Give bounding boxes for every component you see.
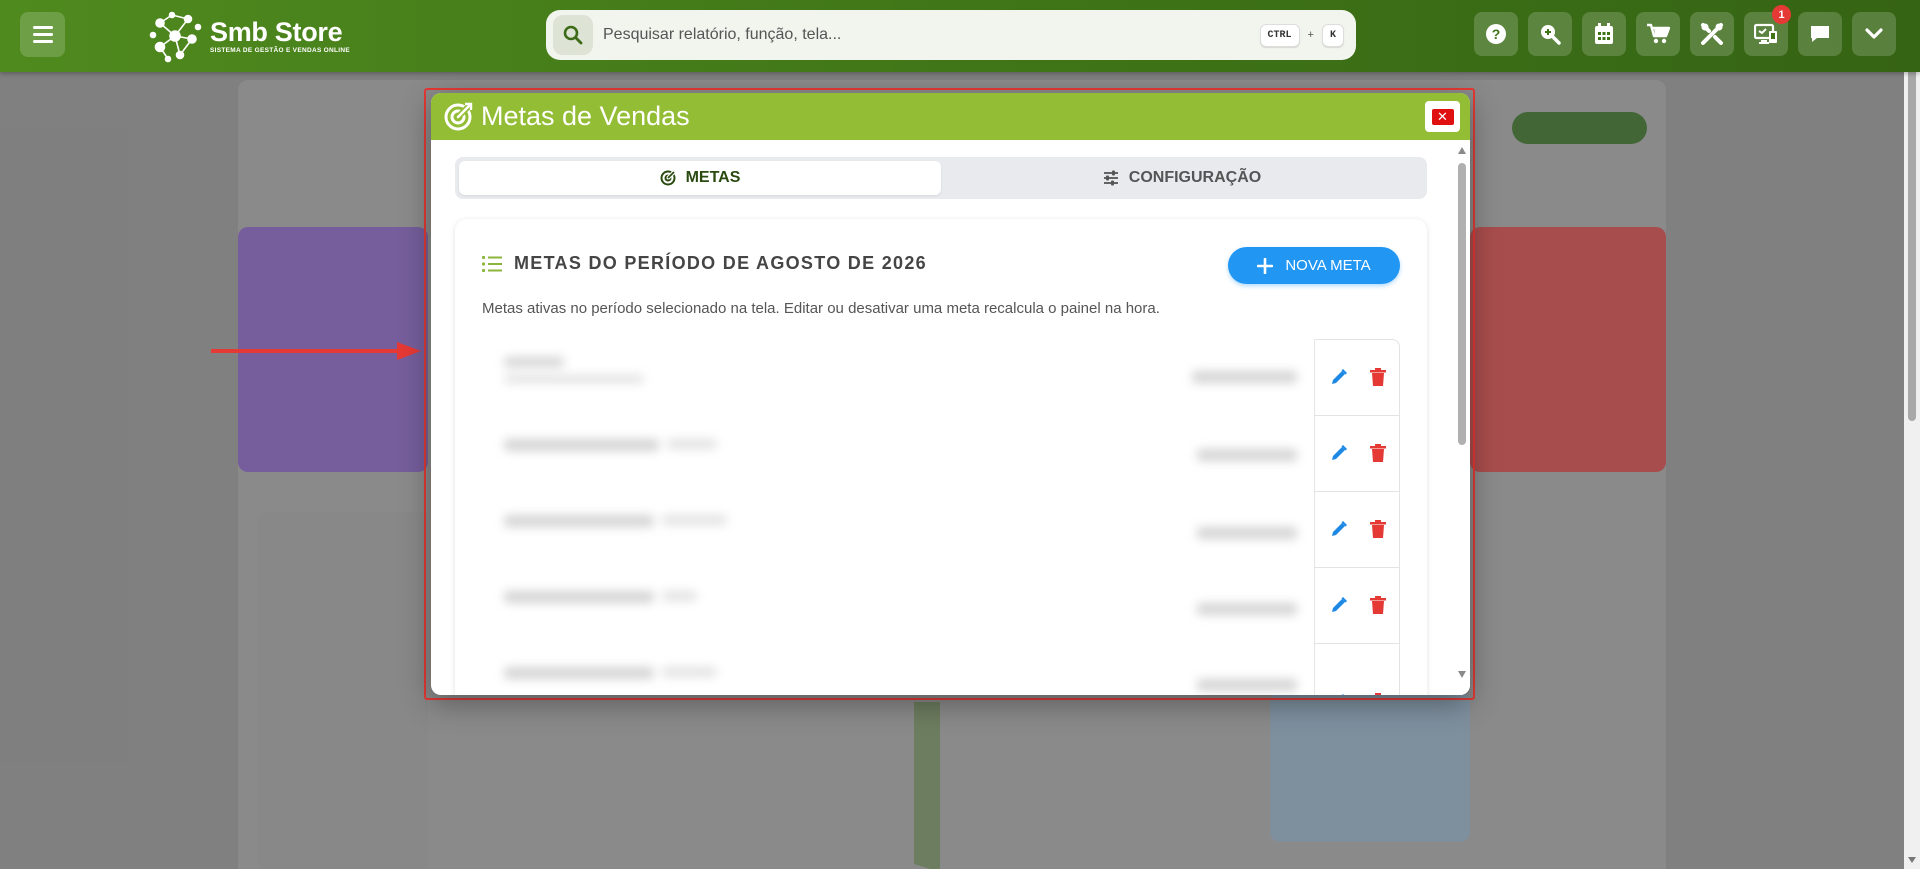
plus-icon <box>1257 257 1274 274</box>
new-goal-label: NOVA META <box>1285 257 1371 274</box>
tools-icon <box>1701 23 1723 45</box>
tab-configuracao-label: CONFIGURAÇÃO <box>1128 169 1262 186</box>
shortcut-plus: + <box>1307 29 1314 41</box>
panel-title: METAS DO PERÍODO DE AGOSTO DE 2026 <box>482 253 927 274</box>
list-item[interactable] <box>482 415 1400 491</box>
delete-icon[interactable] <box>1369 444 1386 462</box>
sales-goals-modal: Metas de Vendas ✕ METAS CONFIGURAÇÃO MET… <box>431 93 1470 695</box>
modal-body: METAS CONFIGURAÇÃO METAS DO PERÍODO DE A… <box>431 140 1454 695</box>
list-item[interactable] <box>482 567 1400 643</box>
shortcut-k-key: K <box>1321 23 1344 47</box>
tools-button[interactable] <box>1690 12 1734 56</box>
cart-icon <box>1647 23 1670 44</box>
app-logo[interactable]: Smb Store SISTEMA DE GESTÃO E VENDAS ONL… <box>148 8 350 64</box>
delete-icon[interactable] <box>1369 520 1386 538</box>
panel-description: Metas ativas no período selecionado na t… <box>482 300 1160 317</box>
help-icon: ? <box>1486 24 1506 44</box>
delete-icon[interactable] <box>1370 693 1386 695</box>
scroll-down-arrow-icon[interactable] <box>1458 671 1466 678</box>
svg-text:?: ? <box>1492 26 1501 42</box>
new-goal-button[interactable]: NOVA META <box>1228 247 1400 284</box>
app-tagline: SISTEMA DE GESTÃO E VENDAS ONLINE <box>210 47 351 54</box>
panel-title-text: METAS DO PERÍODO DE AGOSTO DE 2026 <box>514 253 927 273</box>
cart-button[interactable] <box>1636 12 1680 56</box>
close-icon: ✕ <box>1431 108 1454 125</box>
edit-icon[interactable] <box>1330 693 1348 695</box>
scroll-down-arrow-icon[interactable] <box>1908 857 1916 863</box>
target-icon <box>660 170 676 186</box>
chat-icon <box>1811 26 1829 42</box>
close-modal-button[interactable]: ✕ <box>1425 101 1460 132</box>
search-input[interactable]: Pesquisar relatório, função, tela... <box>603 26 1260 44</box>
tab-metas-label: METAS <box>685 169 741 186</box>
list-icon <box>482 255 502 272</box>
modal-title: Metas de Vendas <box>481 101 690 131</box>
list-item[interactable] <box>482 491 1400 567</box>
zoom-search-icon <box>1541 25 1561 45</box>
goals-list <box>482 339 1400 695</box>
edit-icon[interactable] <box>1330 444 1348 462</box>
chevron-down-icon <box>1865 28 1883 39</box>
chat-button[interactable] <box>1798 12 1842 56</box>
notification-badge: 1 <box>1772 5 1791 24</box>
logo-network-icon <box>149 11 202 63</box>
hamburger-menu-button[interactable] <box>20 12 65 57</box>
modal-header: Metas de Vendas ✕ <box>431 93 1470 140</box>
zoom-search-button[interactable] <box>1528 12 1572 56</box>
search-icon[interactable] <box>553 15 593 55</box>
user-menu-button[interactable] <box>1852 12 1896 56</box>
annotation-arrow-icon <box>211 342 421 360</box>
scroll-up-arrow-icon[interactable] <box>1458 147 1466 154</box>
list-item[interactable] <box>482 643 1400 695</box>
edit-icon[interactable] <box>1330 520 1348 538</box>
monitor-button[interactable]: 1 <box>1744 5 1791 56</box>
top-bar: Smb Store SISTEMA DE GESTÃO E VENDAS ONL… <box>0 0 1920 72</box>
global-search-bar[interactable]: Pesquisar relatório, função, tela... CTR… <box>546 10 1356 60</box>
tab-configuracao[interactable]: CONFIGURAÇÃO <box>941 161 1423 195</box>
app-name: Smb Store <box>210 17 343 47</box>
modal-scrollbar[interactable] <box>1454 140 1470 695</box>
edit-icon[interactable] <box>1330 368 1348 386</box>
scroll-thumb[interactable] <box>1908 16 1916 421</box>
calendar-icon <box>1595 23 1613 44</box>
delete-icon[interactable] <box>1369 368 1386 386</box>
tab-metas[interactable]: METAS <box>459 161 941 195</box>
shortcut-ctrl-key: CTRL <box>1259 23 1300 47</box>
goals-panel: METAS DO PERÍODO DE AGOSTO DE 2026 NOVA … <box>455 219 1427 695</box>
target-icon <box>444 102 473 130</box>
list-item[interactable] <box>482 339 1400 415</box>
monitor-icon <box>1754 23 1777 44</box>
sliders-icon <box>1103 170 1118 186</box>
calendar-button[interactable] <box>1582 12 1626 56</box>
modal-tabs: METAS CONFIGURAÇÃO <box>455 157 1427 199</box>
menu-icon <box>32 26 53 29</box>
edit-icon[interactable] <box>1330 596 1348 614</box>
help-button[interactable]: ? <box>1474 12 1518 56</box>
page-scrollbar[interactable] <box>1904 0 1920 869</box>
modal-scroll-thumb[interactable] <box>1458 163 1466 445</box>
delete-icon[interactable] <box>1369 596 1386 614</box>
